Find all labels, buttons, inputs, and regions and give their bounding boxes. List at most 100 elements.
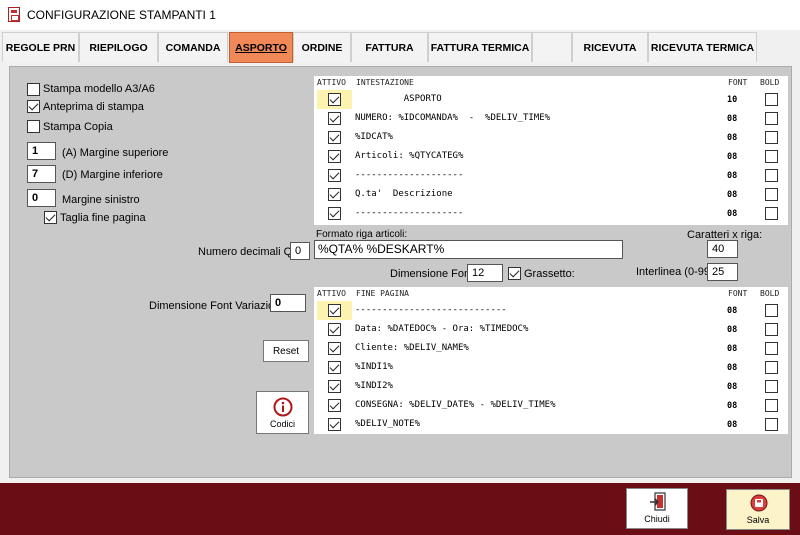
row-text: Cliente: %DELIV_NAME% (355, 343, 469, 353)
attivo-checkbox[interactable] (328, 380, 341, 393)
tab-ordine[interactable]: ORDINE (293, 32, 351, 62)
table-row[interactable]: Q.ta' Descrizione 08 (314, 185, 788, 204)
bold-checkbox[interactable] (765, 418, 778, 431)
table-row[interactable]: %INDI1% 08 (314, 358, 788, 377)
row-font: 08 (727, 401, 738, 411)
chiudi-button[interactable]: Chiudi (626, 488, 688, 529)
tab-spacer (532, 32, 572, 62)
tab-ricevuta[interactable]: RICEVUTA (572, 32, 648, 62)
attivo-checkbox[interactable] (328, 188, 341, 201)
stampa-modello-checkbox[interactable] (27, 83, 40, 96)
info-icon (273, 397, 292, 416)
window-title: CONFIGURAZIONE STAMPANTI 1 (27, 8, 216, 22)
table-row[interactable]: ---------------------------- 08 (314, 301, 788, 320)
row-text: %IDCAT% (355, 132, 393, 142)
salva-button[interactable]: Salva (726, 489, 790, 530)
bold-checkbox[interactable] (765, 361, 778, 374)
tab-ricevuta-termica[interactable]: RICEVUTA TERMICA (648, 32, 757, 62)
exit-door-icon (650, 492, 666, 511)
row-font: 08 (727, 344, 738, 354)
stampa-copia-checkbox[interactable] (27, 120, 40, 133)
attivo-checkbox[interactable] (328, 169, 341, 182)
formato-riga-input[interactable]: %QTA% %DESKART% (314, 240, 623, 259)
col-font: FONT (728, 78, 748, 87)
grassetto-checkbox[interactable] (508, 267, 521, 280)
table-row[interactable]: CONSEGNA: %DELIV_DATE% - %DELIV_TIME% 08 (314, 396, 788, 415)
attivo-checkbox[interactable] (328, 342, 341, 355)
bold-checkbox[interactable] (765, 112, 778, 125)
table-row[interactable]: -------------------- 08 (314, 166, 788, 185)
col-attivo: ATTIVO (317, 289, 346, 298)
intestazione-grid: ATTIVO INTESTAZIONE FONT BOLD ASPORTO 10… (314, 76, 788, 225)
caratteri-riga-input[interactable]: 40 (707, 240, 738, 258)
interlinea-input[interactable]: 25 (707, 263, 738, 281)
tab-regole-prn[interactable]: REGOLE PRN (2, 32, 79, 62)
col-font: FONT (728, 289, 748, 298)
row-font: 08 (727, 152, 738, 162)
bold-checkbox[interactable] (765, 323, 778, 336)
table-row[interactable]: Cliente: %DELIV_NAME% 08 (314, 339, 788, 358)
col-bold: BOLD (760, 289, 780, 298)
attivo-checkbox[interactable] (328, 418, 341, 431)
table-row[interactable]: %INDI2% 08 (314, 377, 788, 396)
attivo-checkbox[interactable] (328, 207, 341, 220)
tab-asporto[interactable]: ASPORTO (229, 32, 293, 63)
codici-button[interactable]: Codici (256, 391, 309, 434)
bold-checkbox[interactable] (765, 380, 778, 393)
bold-checkbox[interactable] (765, 207, 778, 220)
row-text: %INDI1% (355, 362, 393, 372)
taglia-fine-pagina-checkbox[interactable] (44, 211, 57, 224)
formato-riga-label: Formato riga articoli: (316, 229, 408, 240)
row-font: 08 (727, 363, 738, 373)
bold-checkbox[interactable] (765, 304, 778, 317)
bold-checkbox[interactable] (765, 342, 778, 355)
col-attivo: ATTIVO (317, 78, 346, 87)
table-row[interactable]: Data: %DATEDOC% - Ora: %TIMEDOC% 08 (314, 320, 788, 339)
row-text: ASPORTO (355, 94, 442, 104)
margine-sinistro-input[interactable]: 0 (27, 189, 56, 207)
numero-decimali-input[interactable]: 0 (290, 242, 310, 260)
attivo-checkbox[interactable] (328, 361, 341, 374)
bold-checkbox[interactable] (765, 399, 778, 412)
tab-riepilogo[interactable]: RIEPILOGO (79, 32, 158, 62)
reset-button[interactable]: Reset (263, 340, 309, 362)
dimensione-font-input[interactable]: 12 (467, 264, 503, 282)
table-row[interactable]: ASPORTO 10 (314, 90, 788, 109)
row-font: 08 (727, 382, 738, 392)
row-font: 08 (727, 209, 738, 219)
attivo-checkbox[interactable] (328, 304, 341, 317)
fine-pagina-header: ATTIVO FINE PAGINA FONT BOLD (314, 287, 788, 301)
margine-inferiore-input[interactable]: 7 (27, 165, 56, 183)
dimensione-font-variazioni-input[interactable]: 0 (270, 294, 306, 312)
attivo-checkbox[interactable] (328, 399, 341, 412)
table-row[interactable]: %DELIV_NOTE% 08 (314, 415, 788, 434)
tab-fattura-termica[interactable]: FATTURA TERMICA (428, 32, 532, 62)
table-row[interactable]: NUMERO: %IDCOMANDA% - %DELIV_TIME% 08 (314, 109, 788, 128)
anteprima-checkbox[interactable] (27, 100, 40, 113)
table-row[interactable]: Articoli: %QTYCATEG% 08 (314, 147, 788, 166)
margine-superiore-input[interactable]: 1 (27, 142, 56, 160)
attivo-checkbox[interactable] (328, 323, 341, 336)
table-row[interactable]: %IDCAT% 08 (314, 128, 788, 147)
row-text: CONSEGNA: %DELIV_DATE% - %DELIV_TIME% (355, 400, 556, 410)
tab-comanda[interactable]: COMANDA (158, 32, 228, 62)
row-text: Q.ta' Descrizione (355, 189, 453, 199)
save-icon (750, 494, 768, 512)
bottom-bar: Chiudi Salva (0, 483, 800, 535)
settings-panel: Stampa modello A3/A6 Anteprima di stampa… (9, 66, 792, 478)
row-font: 08 (727, 114, 738, 124)
attivo-checkbox[interactable] (328, 93, 341, 106)
bold-checkbox[interactable] (765, 93, 778, 106)
attivo-checkbox[interactable] (328, 112, 341, 125)
attivo-checkbox[interactable] (328, 150, 341, 163)
table-row[interactable]: -------------------- 08 (314, 204, 788, 223)
stampa-modello-label: Stampa modello A3/A6 (43, 83, 155, 95)
bold-checkbox[interactable] (765, 131, 778, 144)
bold-checkbox[interactable] (765, 169, 778, 182)
bold-checkbox[interactable] (765, 188, 778, 201)
stampa-copia-label: Stampa Copia (43, 121, 113, 133)
bold-checkbox[interactable] (765, 150, 778, 163)
attivo-checkbox[interactable] (328, 131, 341, 144)
tab-fattura[interactable]: FATTURA (351, 32, 428, 62)
interlinea-label: Interlinea (0-99) (636, 266, 714, 278)
